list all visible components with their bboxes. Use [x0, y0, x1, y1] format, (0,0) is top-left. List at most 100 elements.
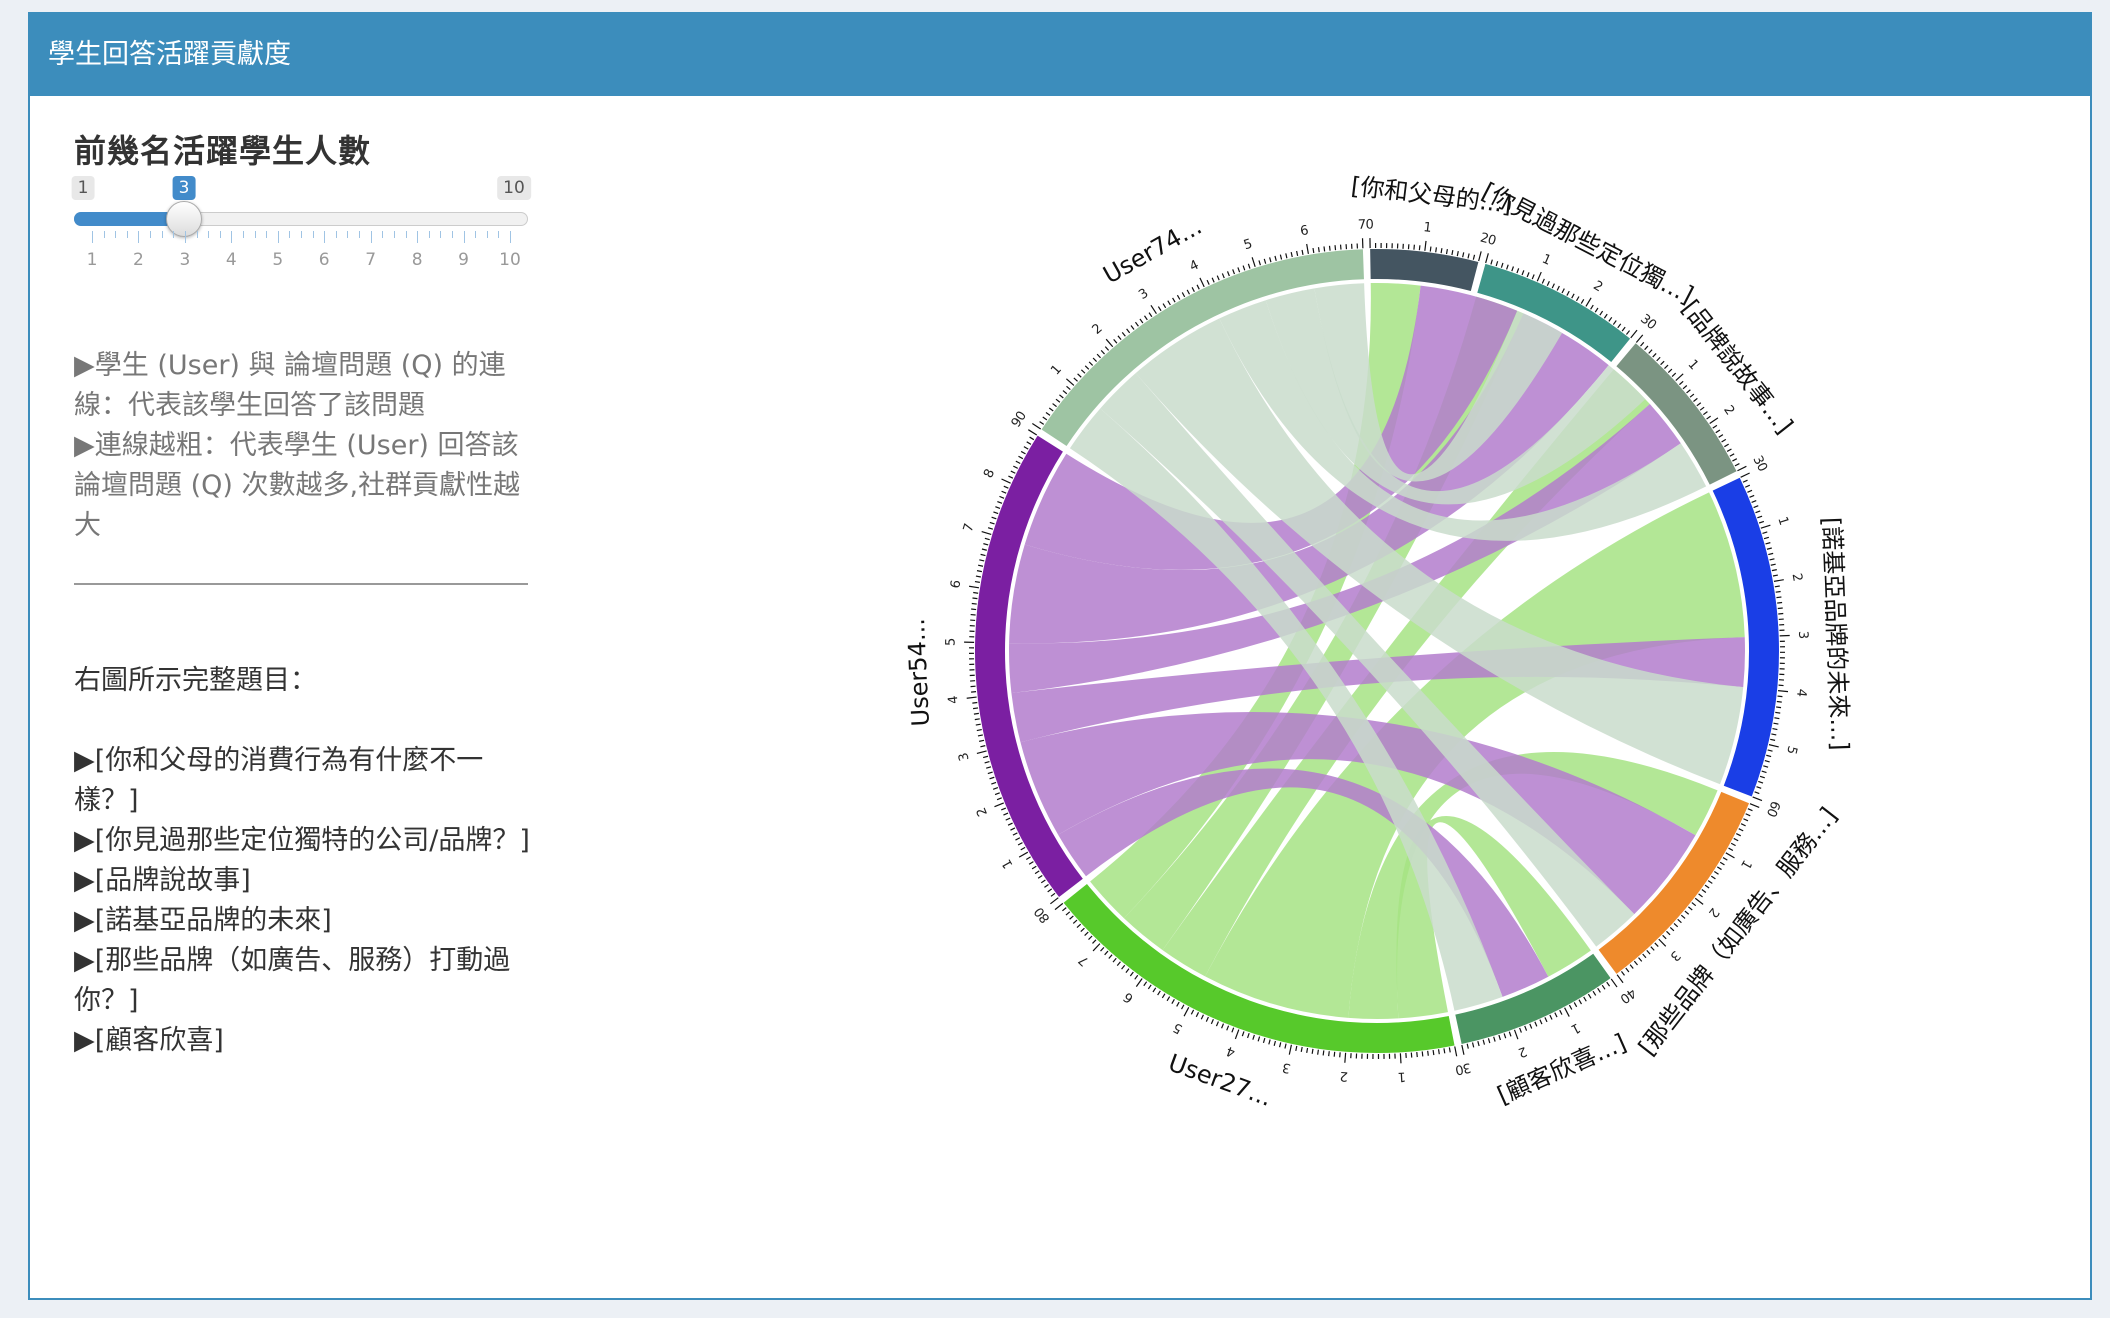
sector-tick — [1295, 1045, 1298, 1051]
sector-tick — [1300, 1046, 1303, 1053]
sector-tick — [1656, 356, 1661, 362]
slider-tick-label: 4 — [225, 250, 237, 270]
sector-tick-label: 3 — [956, 751, 973, 763]
slider-tick-label: 7 — [365, 250, 377, 270]
sector-tick — [1052, 403, 1057, 408]
sector-tick — [1763, 536, 1770, 540]
sector-tick — [1162, 303, 1167, 309]
description-line-2: ▶連線越粗：代表學生 (User) 回答該論壇問題 (Q) 次數越多,社群貢獻性… — [74, 430, 521, 541]
sector-label: [顧客欣喜...] — [1493, 1028, 1630, 1109]
sector-tick — [1768, 744, 1779, 748]
sector-tick — [1719, 861, 1725, 866]
slider-tick — [370, 231, 372, 243]
sector-tick — [1592, 990, 1597, 996]
sector-tick — [1771, 569, 1777, 572]
sector-tick — [966, 696, 977, 699]
sector-tick — [1644, 345, 1649, 351]
sector-tick — [1698, 893, 1703, 898]
slider-tick-label: 3 — [179, 250, 191, 270]
sector-tick — [1709, 417, 1719, 425]
sector-tick — [1728, 847, 1734, 852]
sector-tick — [1513, 1029, 1519, 1040]
sector-tick — [1729, 453, 1735, 457]
slider-tick-label: 5 — [272, 250, 284, 270]
sector-tick-label: 2 — [1590, 278, 1605, 295]
sector-tick-label: 1 — [1568, 1019, 1582, 1036]
sector-tick — [1247, 263, 1251, 269]
sector-tick — [1334, 245, 1337, 251]
slider-tick-label: 9 — [458, 250, 469, 270]
sector-tick — [1121, 331, 1126, 337]
sector-tick — [1050, 892, 1056, 897]
sector-tick — [1112, 957, 1117, 963]
sector-tick — [1062, 390, 1068, 395]
sector-tick — [1301, 249, 1304, 255]
sector-tick — [1226, 1025, 1230, 1031]
slider-tick — [92, 231, 93, 243]
full-question-list: 右圖所示完整題目： ▶[你和父母的消費行為有什麼不一樣？] ▶[你見過那些定位獨… — [74, 661, 534, 1061]
top-students-slider[interactable]: 1 3 10 1 2 3 4 5 6 7 8 9 10 — [71, 176, 534, 286]
sector-tick — [1761, 770, 1767, 774]
full-question-item: ▶[那些品牌（如廣告、服務）打動過你？] — [74, 945, 511, 1016]
sector-tick — [1642, 953, 1647, 959]
sector-tick — [1018, 455, 1024, 460]
sector-tick-label: 5 — [1242, 237, 1254, 254]
sector-tick — [1462, 252, 1465, 258]
sector-tick — [1429, 246, 1432, 252]
sector-tick — [1673, 922, 1679, 928]
sector-tick — [991, 516, 997, 520]
sector-tick — [1054, 902, 1064, 911]
sector-tick — [1312, 247, 1315, 254]
sector-tick — [1680, 914, 1686, 919]
sector-tick — [1738, 828, 1744, 832]
sector-tick — [1551, 283, 1555, 289]
sector-tick — [1511, 266, 1515, 272]
sector-tick — [1601, 984, 1606, 990]
sector-tick — [993, 511, 999, 515]
sector-tick — [1478, 251, 1482, 262]
sector-tick — [1157, 306, 1162, 312]
sector-tick — [981, 548, 987, 551]
sector-tick — [1231, 1027, 1235, 1033]
slider-tick — [451, 231, 453, 238]
sector-tick — [1564, 1007, 1570, 1017]
sector-tick — [1100, 946, 1105, 952]
sector-tick — [1232, 269, 1236, 275]
sector-tick — [1443, 1048, 1446, 1054]
sector-tick — [1760, 524, 1771, 529]
sector-tick-label: 1 — [999, 856, 1016, 871]
sector-tick — [1237, 267, 1241, 273]
sector-tick — [1751, 500, 1757, 503]
sector-tick — [1328, 245, 1331, 251]
sector-tick — [1427, 1050, 1429, 1056]
sector-tick — [1263, 258, 1267, 264]
sector-tick-label: 3 — [1281, 1059, 1292, 1075]
sector-tick — [1583, 996, 1587, 1002]
sector-tick — [1012, 832, 1018, 836]
sector-tick — [1743, 818, 1749, 822]
full-question-item: ▶[你見過那些定位獨特的公司/品牌？] — [74, 825, 530, 856]
sector-tick — [1758, 520, 1765, 524]
sector-tick — [1732, 458, 1738, 462]
sector-tick — [1771, 733, 1777, 736]
sector-tick — [1080, 927, 1085, 933]
sector-tick — [1322, 1050, 1325, 1056]
sector-tick — [1617, 323, 1622, 329]
sector-tick — [1448, 1047, 1451, 1053]
sector-tick — [1503, 1033, 1507, 1039]
sector-tick — [1206, 279, 1210, 285]
sector-tick-label: 6 — [1299, 223, 1310, 239]
sector-tick — [1001, 478, 1011, 484]
chord-links — [1009, 283, 1745, 1019]
sector-tick — [1139, 318, 1144, 324]
sector-tick — [1610, 978, 1618, 988]
sector-tick — [1612, 320, 1617, 325]
sector-tick — [1758, 780, 1764, 784]
sector-tick — [1148, 312, 1153, 318]
sector-tick — [1047, 888, 1053, 893]
slider-tick — [103, 231, 105, 238]
sector-tick — [1183, 1007, 1190, 1017]
sector-tick — [1013, 465, 1019, 469]
sector-tick — [1544, 1017, 1548, 1023]
sector-label: User54... — [902, 618, 935, 727]
